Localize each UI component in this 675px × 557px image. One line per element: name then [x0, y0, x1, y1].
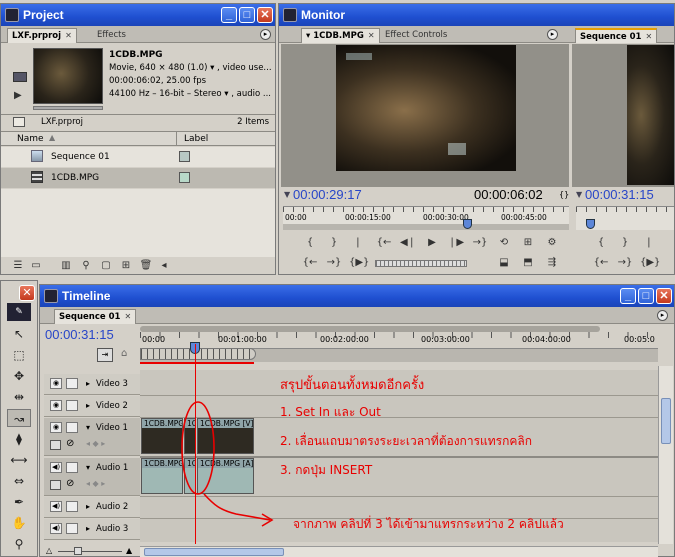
- scroll-thumb[interactable]: [661, 398, 671, 444]
- zoom-out-icon[interactable]: △: [46, 546, 52, 555]
- annotation-circle: [181, 401, 215, 495]
- zoom-in-icon[interactable]: ▲: [126, 546, 132, 555]
- annotation-step-3: 3. กดปุ่ม INSERT: [280, 463, 373, 477]
- scroll-thumb[interactable]: [144, 548, 284, 556]
- annotation-step-2: 2. เลื่อนแถบมาตรงระยะเวลาที่ต้องการแทรกค…: [280, 434, 533, 448]
- annotation-result: จากภาพ คลิปที่ 3 ได้เข้ามาแทรกระหว่าง 2 …: [293, 517, 564, 531]
- annotation-step-1: 1. Set In และ Out: [280, 405, 381, 419]
- horizontal-scrollbar[interactable]: [140, 546, 658, 557]
- annotation-arrow: [203, 493, 271, 521]
- zoom-thumb[interactable]: [74, 547, 82, 555]
- zoom-slider[interactable]: △ ▲: [44, 546, 140, 557]
- vertical-scrollbar[interactable]: [658, 366, 673, 544]
- annotation-summary: สรุปขั้นตอนทั้งหมดอีกครั้ง: [280, 378, 425, 393]
- zoom-track: [58, 551, 122, 552]
